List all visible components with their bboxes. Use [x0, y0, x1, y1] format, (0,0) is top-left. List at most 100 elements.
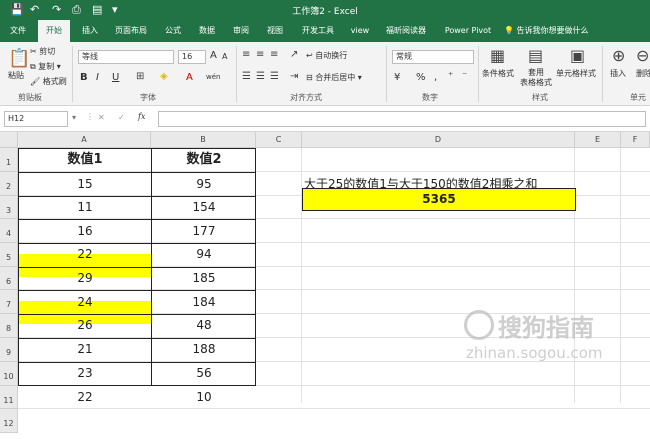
cell-b6[interactable]: 185 — [152, 267, 256, 289]
name-box-dropdown-icon[interactable]: ▾ — [72, 113, 76, 122]
row-header[interactable]: 6 — [0, 267, 18, 290]
cell-b4[interactable]: 177 — [152, 220, 256, 242]
column-header-e[interactable]: E — [575, 132, 621, 148]
conditional-format-icon[interactable]: ▦ — [490, 46, 505, 65]
copy-button[interactable]: ⧉ 复制 ▾ — [30, 61, 61, 72]
tab-data[interactable]: 数据 — [194, 20, 220, 42]
cell-b11[interactable]: 10 — [152, 386, 256, 408]
comma-button[interactable]: , — [434, 72, 437, 83]
increase-decimal-icon[interactable]: ⁺ — [448, 71, 453, 82]
paste-button[interactable]: 粘贴 — [8, 70, 24, 81]
worksheet-grid[interactable]: A B C D E F 1 2 3 4 5 6 7 8 9 10 11 12 数 — [0, 132, 650, 433]
tab-review[interactable]: 审阅 — [228, 20, 254, 42]
align-top-icon[interactable]: ≡ — [242, 49, 250, 60]
italic-button[interactable]: I — [96, 72, 99, 83]
merge-center-button[interactable]: ⊟ 合并后居中 ▾ — [306, 72, 362, 83]
cell-a3[interactable]: 11 — [19, 196, 151, 218]
cell-a7[interactable]: 24 — [19, 291, 151, 313]
tab-home[interactable]: 开始 — [38, 20, 70, 42]
tab-view[interactable]: 视图 — [262, 20, 288, 42]
cell-b10[interactable]: 56 — [152, 362, 256, 384]
conditional-format-button[interactable]: 条件格式 — [482, 68, 514, 79]
align-middle-icon[interactable]: ≡ — [256, 49, 264, 60]
formula-input[interactable] — [158, 111, 646, 127]
select-all-corner[interactable] — [0, 132, 18, 148]
align-right-icon[interactable]: ☰ — [270, 71, 279, 82]
percent-button[interactable]: % — [416, 72, 426, 83]
insert-function-button[interactable]: fx — [138, 112, 145, 121]
insert-cells-icon[interactable]: ⊕ — [612, 46, 625, 65]
row-header[interactable]: 10 — [0, 362, 18, 386]
border-icon[interactable]: ⊞ — [136, 71, 144, 82]
cell-b9[interactable]: 188 — [152, 338, 256, 360]
grow-font-button[interactable]: A — [210, 50, 217, 61]
font-size-select[interactable]: 16 — [178, 50, 206, 64]
phonetic-button[interactable]: wén — [206, 73, 220, 81]
tab-insert[interactable]: 插入 — [76, 20, 104, 42]
format-table-button[interactable]: 套用 表格格式 — [520, 68, 552, 88]
cut-button[interactable]: ✂ 剪切 — [30, 46, 55, 57]
row-header[interactable]: 2 — [0, 172, 18, 196]
delete-cells-button[interactable]: 删除 — [636, 68, 650, 79]
cell-styles-button[interactable]: 单元格样式 — [556, 68, 596, 79]
tab-foxit-reader[interactable]: 福昕阅读器 — [380, 20, 432, 42]
cell-a9[interactable]: 21 — [19, 338, 151, 360]
align-left-icon[interactable]: ☰ — [242, 71, 251, 82]
row-header[interactable]: 3 — [0, 196, 18, 219]
row-header[interactable]: 1 — [0, 148, 18, 172]
shrink-font-button[interactable]: A — [222, 52, 227, 61]
row-header[interactable]: 5 — [0, 243, 18, 267]
cell-a2[interactable]: 15 — [19, 173, 151, 195]
wrap-text-button[interactable]: ↩ 自动换行 — [306, 50, 347, 61]
format-table-icon[interactable]: ▤ — [528, 46, 543, 65]
row-header[interactable]: 9 — [0, 338, 18, 362]
cell-b8[interactable]: 48 — [152, 314, 256, 336]
column-header-a[interactable]: A — [18, 132, 151, 148]
tab-formulas[interactable]: 公式 — [160, 20, 186, 42]
cell-b7[interactable]: 184 — [152, 291, 256, 313]
bold-button[interactable]: B — [80, 72, 88, 83]
tab-view-en[interactable]: view — [348, 20, 372, 42]
orientation-icon[interactable]: ↗ — [290, 49, 298, 60]
cell-b2[interactable]: 95 — [152, 173, 256, 195]
cell-a8[interactable]: 26 — [19, 314, 151, 336]
cell-a11[interactable]: 22 — [19, 386, 151, 408]
delete-cells-icon[interactable]: ⊖ — [636, 46, 649, 65]
tab-developer[interactable]: 开发工具 — [296, 20, 340, 42]
name-box[interactable]: H12 — [4, 111, 68, 127]
header-cell-b1[interactable]: 数值2 — [152, 149, 256, 171]
cell-d3[interactable]: 5365 — [302, 188, 576, 210]
indent-icon[interactable]: ⇥ — [290, 71, 298, 82]
number-format-select[interactable]: 常规 — [392, 50, 474, 64]
decrease-decimal-icon[interactable]: ⁻ — [462, 71, 467, 82]
row-header[interactable]: 7 — [0, 290, 18, 314]
column-header-b[interactable]: B — [151, 132, 256, 148]
cell-a5[interactable]: 22 — [19, 243, 151, 265]
underline-button[interactable]: U — [112, 72, 119, 83]
cancel-icon[interactable]: ✕ — [98, 113, 105, 122]
align-center-icon[interactable]: ☰ — [256, 71, 265, 82]
row-header[interactable]: 8 — [0, 314, 18, 338]
font-color-button[interactable]: A — [186, 72, 193, 83]
align-bottom-icon[interactable]: ≡ — [270, 49, 278, 60]
column-header-f[interactable]: F — [621, 132, 650, 148]
currency-button[interactable]: ¥ — [394, 72, 400, 83]
enter-icon[interactable]: ✓ — [118, 113, 125, 122]
cell-b5[interactable]: 94 — [152, 243, 256, 265]
tab-power-pivot[interactable]: Power Pivot — [440, 20, 496, 42]
column-header-c[interactable]: C — [256, 132, 302, 148]
header-cell-a1[interactable]: 数值1 — [19, 149, 151, 171]
cell-a10[interactable]: 23 — [19, 362, 151, 384]
row-header[interactable]: 11 — [0, 386, 18, 409]
tell-me-box[interactable]: 💡 告诉我你想要做什么 — [504, 20, 589, 42]
insert-cells-button[interactable]: 插入 — [610, 68, 626, 79]
cell-a6[interactable]: 29 — [19, 267, 151, 289]
paste-icon[interactable]: 📋 — [8, 48, 30, 69]
row-header[interactable]: 12 — [0, 409, 18, 433]
tab-page-layout[interactable]: 页面布局 — [110, 20, 152, 42]
fill-color-icon[interactable]: ◈ — [160, 71, 168, 82]
cell-a4[interactable]: 16 — [19, 220, 151, 242]
row-header[interactable]: 4 — [0, 219, 18, 243]
tab-file[interactable]: 文件 — [4, 20, 32, 42]
column-header-d[interactable]: D — [302, 132, 575, 148]
